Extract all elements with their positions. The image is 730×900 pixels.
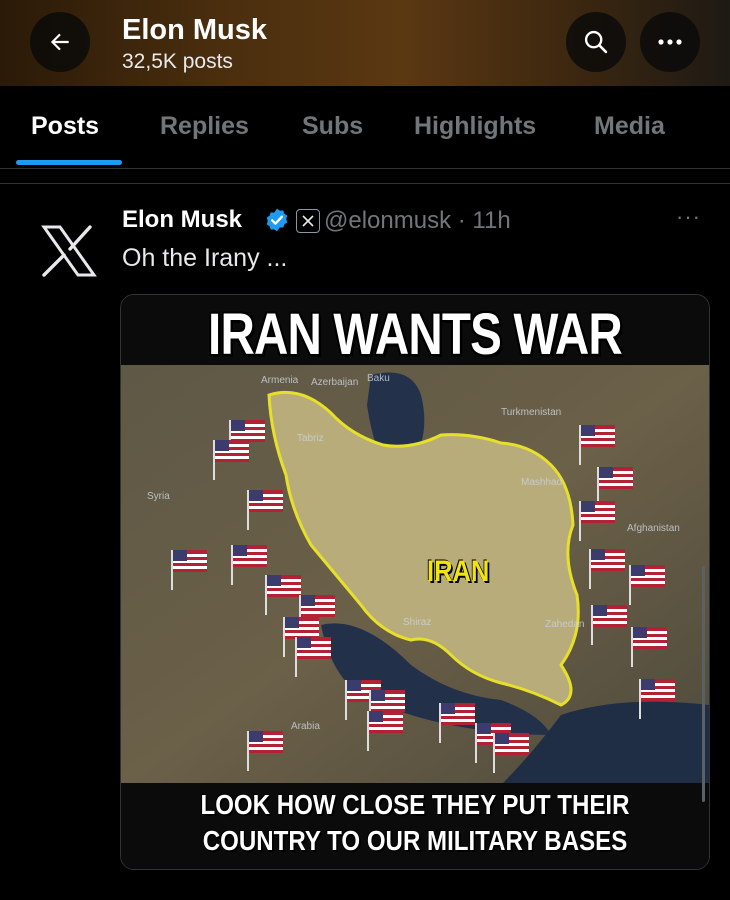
back-arrow-icon	[50, 33, 69, 51]
media-caption-line1: LOOK HOW CLOSE THEY PUT THEIR	[200, 789, 630, 820]
tab-media[interactable]: Media	[594, 112, 665, 141]
x-logo-icon	[41, 225, 97, 277]
tweet-author-name[interactable]: Elon Musk	[122, 206, 242, 234]
scrollbar[interactable]	[702, 566, 705, 802]
tab-replies[interactable]: Replies	[160, 112, 249, 141]
tab-highlights[interactable]: Highlights	[414, 112, 536, 141]
map-country-label: IRAN	[427, 555, 490, 588]
back-button[interactable]	[30, 12, 90, 72]
map-label-afghanistan: Afghanistan	[627, 523, 680, 534]
iran-map-graphic	[121, 295, 709, 869]
profile-header: Elon Musk 32,5K posts	[0, 0, 730, 86]
map-label-baku: Baku	[367, 373, 390, 384]
x-logo-avatar[interactable]	[38, 225, 98, 277]
tweet-media-image[interactable]: IRAN WANTS WAR IRAN Armenia Azerbaijan B…	[120, 294, 710, 870]
post-count: 32,5K posts	[122, 50, 233, 73]
divider	[0, 183, 730, 184]
tweet-text: Oh the Irany ...	[122, 244, 288, 272]
search-button[interactable]	[566, 12, 626, 72]
map-label-azerbaijan: Azerbaijan	[311, 377, 359, 388]
active-tab-indicator	[16, 160, 122, 165]
map-label-turkmenistan: Turkmenistan	[501, 407, 562, 418]
tweet-handle-time[interactable]: @elonmusk · 11h	[324, 207, 511, 235]
tab-subs[interactable]: Subs	[302, 112, 363, 141]
tweet-more-icon[interactable]: ···	[676, 204, 701, 230]
affiliation-badge[interactable]	[296, 209, 320, 233]
map-label-syria: Syria	[147, 491, 170, 502]
map-label-armenia: Armenia	[261, 375, 299, 386]
more-icon	[658, 39, 682, 45]
map-label-arabia: Arabia	[291, 721, 320, 732]
profile-name: Elon Musk	[122, 14, 268, 46]
more-button[interactable]	[640, 12, 700, 72]
media-caption-line2: COUNTRY TO OUR MILITARY BASES	[202, 825, 628, 856]
map-label-mashhad: Mashhad	[521, 477, 563, 488]
map-label-shiraz: Shiraz	[403, 617, 432, 628]
search-icon	[584, 30, 608, 54]
verified-badge-icon	[266, 208, 288, 232]
media-headline: IRAN WANTS WAR	[208, 302, 623, 367]
profile-tabs: Posts Replies Subs Highlights Media	[0, 86, 730, 169]
map-label-zahedan: Zahedan	[545, 619, 585, 630]
map-label-tabriz: Tabriz	[297, 433, 324, 444]
x-badge-icon	[302, 215, 314, 227]
tab-posts[interactable]: Posts	[31, 112, 99, 141]
